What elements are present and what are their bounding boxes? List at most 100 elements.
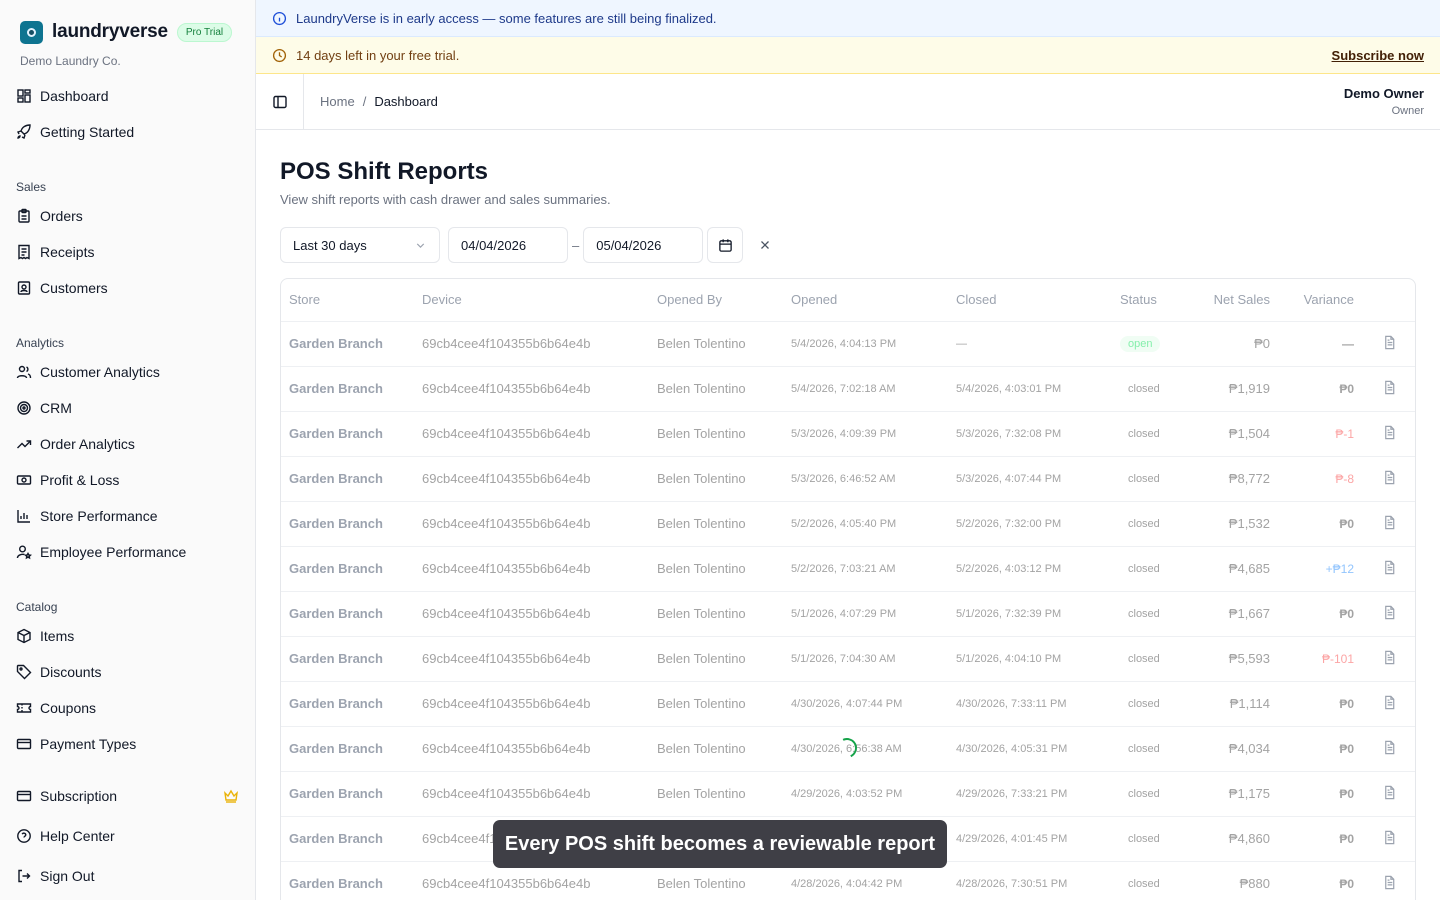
panel-left-icon: [272, 95, 287, 108]
column-header-store[interactable]: Store: [281, 279, 414, 321]
sidebar-item-subscription[interactable]: Subscription: [0, 778, 255, 814]
cell-closed: 5/3/2026, 4:07:44 PM: [948, 455, 1112, 501]
sidebar-toggle-button[interactable]: [256, 73, 304, 130]
column-header-opened[interactable]: Opened: [783, 279, 948, 321]
sidebar-item-store-performance[interactable]: Store Performance: [0, 498, 255, 534]
column-header-device[interactable]: Device: [414, 279, 649, 321]
sidebar-item-customer-analytics[interactable]: Customer Analytics: [0, 354, 255, 390]
document-icon: [1385, 470, 1395, 484]
cell-closed: 4/29/2026, 7:33:21 PM: [948, 770, 1112, 816]
cell-opened-by: Belen Tolentino: [649, 500, 783, 546]
cell-net-sales: ₱0: [1202, 320, 1278, 366]
cell-closed: 4/30/2026, 7:33:11 PM: [948, 680, 1112, 726]
view-report-button[interactable]: [1382, 650, 1397, 665]
user-menu[interactable]: Demo Owner Owner: [1344, 86, 1424, 117]
sidebar-item-coupons[interactable]: Coupons: [0, 690, 255, 726]
cell-net-sales: ₱4,685: [1202, 545, 1278, 591]
calendar-icon: [718, 238, 732, 252]
cell-net-sales: ₱1,919: [1202, 365, 1278, 411]
view-report-button[interactable]: [1382, 380, 1397, 395]
column-header-net-sales[interactable]: Net Sales: [1202, 279, 1278, 321]
cell-closed: 5/4/2026, 4:03:01 PM: [948, 365, 1112, 411]
trend-icon: [17, 440, 32, 449]
view-report-button[interactable]: [1382, 605, 1397, 620]
column-header-closed[interactable]: Closed: [948, 279, 1112, 321]
table-row[interactable]: Garden Branch69cb4cee4f104355b6b64e4bBel…: [281, 770, 1415, 816]
cell-net-sales: ₱880: [1202, 860, 1278, 900]
clear-filter-button[interactable]: [751, 231, 779, 259]
document-icon: [1385, 695, 1395, 709]
view-report-button[interactable]: [1382, 740, 1397, 755]
table-row[interactable]: Garden Branch69cb4cee4f104355b6b64e4bBel…: [281, 680, 1415, 726]
cell-report: [1362, 635, 1415, 681]
view-report-button[interactable]: [1382, 470, 1397, 485]
document-icon: [1385, 335, 1395, 349]
sidebar-item-getting-started[interactable]: Getting Started: [0, 114, 255, 150]
table-row[interactable]: Garden Branch69cb4cee4f104355b6b64e4bBel…: [281, 365, 1415, 411]
sidebar-item-items[interactable]: Items: [0, 618, 255, 654]
sidebar-item-label: Customers: [40, 280, 108, 296]
sidebar-item-dashboard[interactable]: Dashboard: [0, 78, 255, 114]
cell-report: [1362, 545, 1415, 591]
calendar-button[interactable]: [707, 227, 744, 263]
table-row[interactable]: Garden Branch69cb4cee4f104355b6b64e4bBel…: [281, 500, 1415, 546]
breadcrumb-home[interactable]: Home: [320, 94, 355, 109]
table-row[interactable]: Garden Branch69cb4cee4f104355b6b64e4bBel…: [281, 545, 1415, 591]
cell-store: Garden Branch: [281, 320, 414, 366]
cell-device: 69cb4cee4f104355b6b64e4b: [414, 320, 649, 366]
cell-status: closed: [1112, 455, 1202, 501]
end-date-input[interactable]: 05/04/2026: [583, 227, 704, 263]
cell-store: Garden Branch: [281, 725, 414, 771]
start-date-input[interactable]: 04/04/2026: [448, 227, 568, 263]
sidebar-item-sign-out[interactable]: Sign Out: [0, 858, 255, 894]
sidebar-item-label: Dashboard: [40, 88, 109, 104]
table-row[interactable]: Garden Branch69cb4cee4f104355b6b64e4bBel…: [281, 635, 1415, 681]
view-report-button[interactable]: [1382, 695, 1397, 710]
cell-variance: ₱0: [1278, 590, 1362, 636]
cell-report: [1362, 500, 1415, 546]
cell-report: [1362, 455, 1415, 501]
date-range-select[interactable]: Last 30 days: [280, 227, 440, 263]
table-row[interactable]: Garden Branch69cb4cee4f104355b6b64e4bBel…: [281, 590, 1415, 636]
sidebar-item-receipts[interactable]: Receipts: [0, 234, 255, 270]
cell-opened: 5/3/2026, 4:09:39 PM: [783, 410, 948, 456]
tag-icon: [16, 664, 32, 680]
cell-opened: 4/29/2026, 4:03:52 PM: [783, 770, 948, 816]
trial-banner: 14 days left in your free trial. Subscri…: [256, 37, 1440, 74]
sidebar-item-profit-loss[interactable]: Profit & Loss: [0, 462, 255, 498]
cell-store: Garden Branch: [281, 455, 414, 501]
subscribe-now-link[interactable]: Subscribe now: [1332, 48, 1424, 63]
sidebar-item-help-center[interactable]: Help Center: [0, 818, 255, 854]
view-report-button[interactable]: [1382, 830, 1397, 845]
cell-opened-by: Belen Tolentino: [649, 725, 783, 771]
table-row[interactable]: Garden Branch69cb4cee4f104355b6b64e4bBel…: [281, 455, 1415, 501]
column-header-status[interactable]: Status: [1112, 279, 1202, 321]
table-row[interactable]: Garden Branch69cb4cee4f104355b6b64e4bBel…: [281, 410, 1415, 456]
column-header-variance[interactable]: Variance: [1278, 279, 1362, 321]
sidebar-item-crm[interactable]: CRM: [0, 390, 255, 426]
sidebar-item-customers[interactable]: Customers: [0, 270, 255, 306]
sidebar-item-label: Discounts: [40, 664, 102, 680]
column-header-opened-by[interactable]: Opened By: [649, 279, 783, 321]
document-icon: [1385, 605, 1395, 619]
sidebar-item-employee-performance[interactable]: Employee Performance: [0, 534, 255, 570]
breadcrumb-current: Dashboard: [374, 94, 438, 109]
sidebar-item-payment-types[interactable]: Payment Types: [0, 726, 255, 762]
table-row[interactable]: Garden Branch69cb4cee4f104355b6b64e4bBel…: [281, 320, 1415, 366]
sidebar-item-orders[interactable]: Orders: [0, 198, 255, 234]
status-badge: open: [1120, 336, 1161, 352]
sidebar-item-order-analytics[interactable]: Order Analytics: [0, 426, 255, 462]
card-icon: [16, 738, 32, 750]
view-report-button[interactable]: [1382, 560, 1397, 575]
view-report-button[interactable]: [1382, 515, 1397, 530]
sidebar-item-discounts[interactable]: Discounts: [0, 654, 255, 690]
view-report-button[interactable]: [1382, 875, 1397, 890]
view-report-button[interactable]: [1382, 425, 1397, 440]
cell-closed: 4/28/2026, 7:30:51 PM: [948, 860, 1112, 900]
brand[interactable]: laundryverse Pro Trial: [0, 0, 255, 46]
cell-status: closed: [1112, 635, 1202, 681]
view-report-button[interactable]: [1382, 335, 1397, 350]
document-icon: [1385, 740, 1395, 754]
date-separator: –: [572, 237, 580, 253]
view-report-button[interactable]: [1382, 785, 1397, 800]
